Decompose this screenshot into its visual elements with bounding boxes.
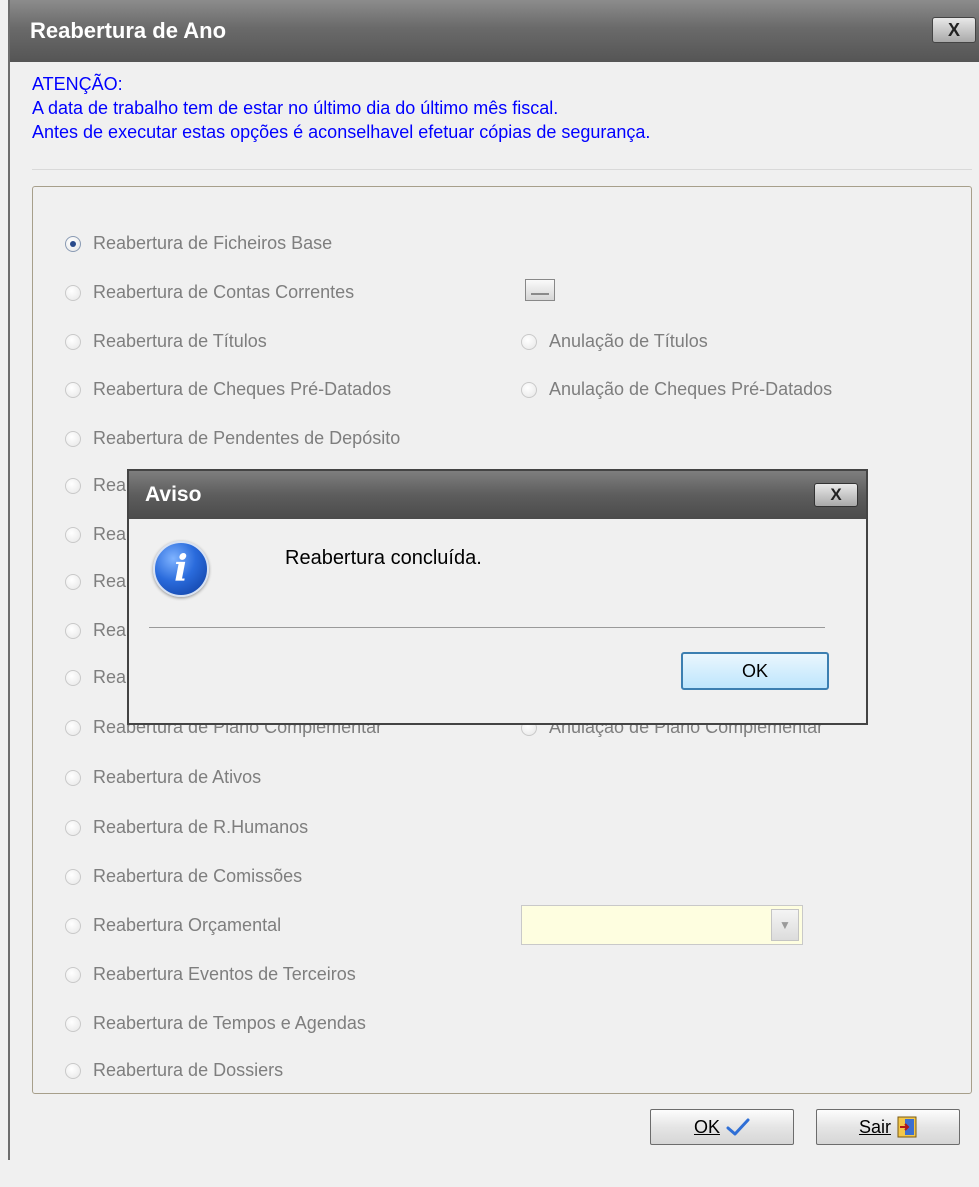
radio-eventos[interactable]: Reabertura Eventos de Terceiros <box>65 964 356 985</box>
radio-icon <box>65 769 81 786</box>
dialog-message: Reabertura concluída. <box>285 547 482 569</box>
exit-door-icon <box>897 1116 917 1138</box>
close-icon: X <box>830 485 842 504</box>
sair-label: Sair <box>858 1116 891 1137</box>
radio-pendentes[interactable]: Reabertura de Pendentes de Depósito <box>65 428 400 449</box>
dialog-title: Aviso <box>145 483 202 506</box>
radio-label: Rea <box>93 667 127 687</box>
radio-obscured-5[interactable]: Rea <box>65 667 126 688</box>
radio-icon <box>65 622 81 639</box>
radio-icon <box>521 381 537 398</box>
radio-orcamental[interactable]: Reabertura Orçamental <box>65 915 281 936</box>
radio-anulacao-cheques[interactable]: Anulação de Cheques Pré-Datados <box>521 379 832 400</box>
radio-icon <box>65 819 81 836</box>
radio-label: Reabertura de R.Humanos <box>93 817 309 837</box>
radio-icon <box>65 966 81 983</box>
radio-icon <box>65 430 81 447</box>
radio-icon <box>65 381 81 398</box>
radio-label: Reabertura de Contas Correntes <box>93 282 355 302</box>
radio-icon <box>65 333 81 350</box>
info-icon: i <box>153 541 209 597</box>
checkmark-icon <box>726 1118 750 1136</box>
radio-icon <box>65 669 81 686</box>
warning-panel: ATENÇÃO: A data de trabalho tem de estar… <box>32 62 972 170</box>
ok-button[interactable]: OK <box>650 1109 794 1145</box>
radio-icon <box>65 917 81 934</box>
orcamental-combo[interactable]: ▼ <box>521 905 803 945</box>
dialog-ok-button[interactable]: OK <box>681 652 829 690</box>
radio-anulacao-titulos[interactable]: Anulação de Títulos <box>521 331 708 352</box>
radio-label: Rea <box>93 620 127 640</box>
radio-icon <box>65 719 81 736</box>
radio-obscured-1[interactable]: Rea <box>65 475 126 496</box>
close-button[interactable]: X <box>932 17 976 43</box>
close-icon: X <box>947 19 960 40</box>
radio-icon <box>65 284 81 301</box>
dialog-title-bar: Aviso X <box>129 471 866 519</box>
radio-comissoes[interactable]: Reabertura de Comissões <box>65 866 302 887</box>
radio-cheques[interactable]: Reabertura de Cheques Pré-Datados <box>65 379 391 400</box>
radio-label: Reabertura de Tempos e Agendas <box>93 1013 366 1033</box>
radio-contas-correntes[interactable]: Reabertura de Contas Correntes <box>65 282 354 303</box>
radio-titulos[interactable]: Reabertura de Títulos <box>65 331 267 352</box>
radio-icon <box>65 477 81 494</box>
radio-icon <box>521 333 537 350</box>
warning-line-1: A data de trabalho tem de estar no últim… <box>32 98 559 118</box>
radio-ficheiros-base[interactable]: Reabertura de Ficheiros Base <box>65 233 332 254</box>
radio-label: Reabertura de Títulos <box>93 331 267 351</box>
radio-obscured-4[interactable]: Rea <box>65 620 126 641</box>
radio-label: Anulação de Títulos <box>549 331 708 351</box>
radio-obscured-2[interactable]: Rea <box>65 524 126 545</box>
radio-icon <box>65 868 81 885</box>
radio-label: Reabertura Orçamental <box>93 915 282 935</box>
radio-label: Reabertura de Pendentes de Depósito <box>93 428 401 448</box>
radio-label: Reabertura Eventos de Terceiros <box>93 964 356 984</box>
window-title: Reabertura de Ano <box>30 18 227 43</box>
title-bar: Reabertura de Ano X <box>10 0 979 62</box>
radio-selected-icon <box>65 235 81 252</box>
radio-label: Anulação de Cheques Pré-Datados <box>549 379 833 399</box>
radio-obscured-3[interactable]: Rea <box>65 571 126 592</box>
radio-label: Reabertura de Dossiers <box>93 1060 284 1080</box>
dialog-separator <box>149 627 825 628</box>
radio-label: Reabertura de Cheques Pré-Datados <box>93 379 392 399</box>
chevron-down-icon[interactable]: ▼ <box>771 909 799 941</box>
radio-ativos[interactable]: Reabertura de Ativos <box>65 767 261 788</box>
contas-correntes-button[interactable] <box>525 279 555 301</box>
radio-icon <box>65 573 81 590</box>
dialog-close-button[interactable]: X <box>814 483 858 507</box>
radio-label: Rea <box>93 475 127 495</box>
radio-tempos[interactable]: Reabertura de Tempos e Agendas <box>65 1013 366 1034</box>
radio-dossiers[interactable]: Reabertura de Dossiers <box>65 1060 283 1081</box>
radio-label: Rea <box>93 524 127 544</box>
radio-rhumanos[interactable]: Reabertura de R.Humanos <box>65 817 308 838</box>
radio-label: Rea <box>93 571 127 591</box>
aviso-dialog: Aviso X i Reabertura concluída. OK <box>127 469 868 725</box>
ok-label: OK <box>693 1116 720 1137</box>
radio-label: Reabertura de Comissões <box>93 866 303 886</box>
radio-label: Reabertura de Ficheiros Base <box>93 233 333 253</box>
radio-icon <box>65 1015 81 1032</box>
dialog-ok-label: OK <box>741 660 768 681</box>
warning-heading: ATENÇÃO: <box>32 74 123 94</box>
radio-icon <box>65 526 81 543</box>
radio-label: Reabertura de Ativos <box>93 767 262 787</box>
sair-button[interactable]: Sair <box>816 1109 960 1145</box>
radio-icon <box>65 1062 81 1079</box>
warning-line-2: Antes de executar estas opções é aconsel… <box>32 122 651 142</box>
